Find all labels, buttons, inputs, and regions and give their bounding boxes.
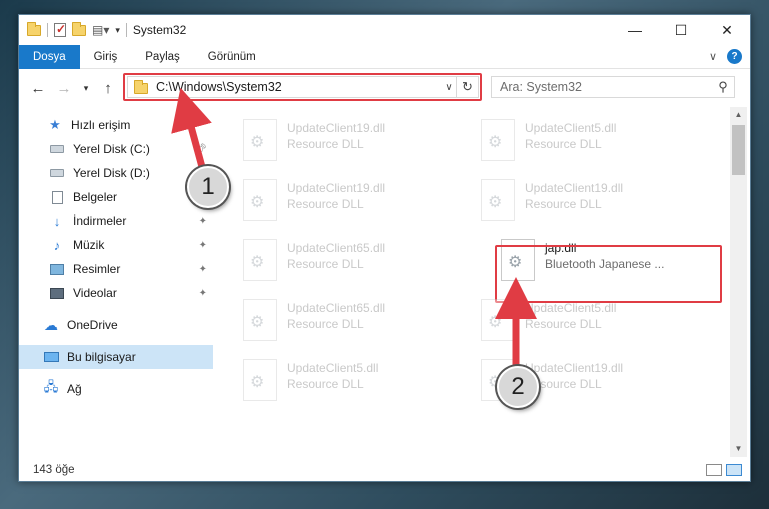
- step-2-callout: 2: [497, 366, 539, 408]
- step-1-callout: 1: [187, 166, 229, 208]
- annotation-arrows: [171, 87, 537, 370]
